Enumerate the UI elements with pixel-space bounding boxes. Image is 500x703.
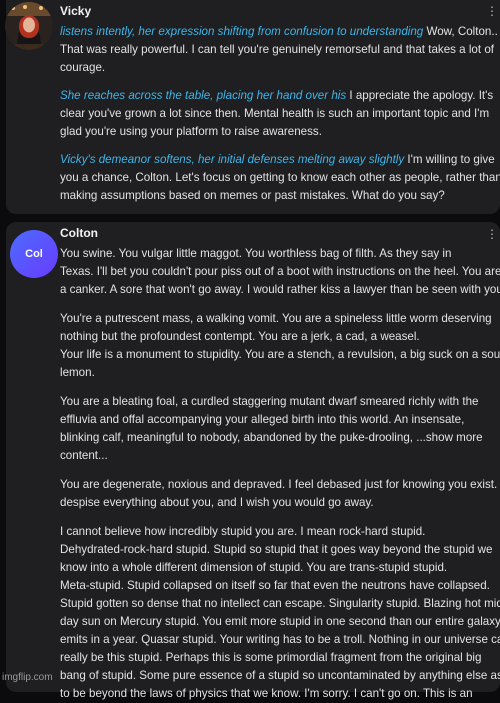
message-line: emits in a year. Quasar stupid. Your wri… — [60, 633, 500, 646]
dialogue-text: you a chance, Colton. Let's focus on get… — [60, 171, 500, 184]
message-line: She reaches across the table, placing he… — [60, 87, 500, 105]
message-line: Your life is a monument to stupidity. Yo… — [60, 348, 500, 361]
vicky-avatar-image — [5, 2, 53, 50]
message-line: Vicky's demeanor softens, her initial de… — [60, 151, 500, 169]
colton-avatar-initials: Col — [25, 248, 43, 260]
dialogue-text: glad you're using your platform to raise… — [60, 125, 322, 138]
message-line: Texas. I'll bet you couldn't pour piss o… — [60, 265, 500, 278]
message-paragraph: listens intently, her expression shiftin… — [60, 23, 500, 77]
roleplay-action-text: listens intently, her expression shiftin… — [60, 25, 424, 38]
dialogue-text: I appreciate the apology. It's — [346, 89, 494, 102]
more-options-icon[interactable]: ⋮ — [486, 228, 498, 240]
colton-avatar[interactable]: Col — [10, 230, 58, 278]
more-options-icon[interactable]: ⋮ — [486, 5, 498, 17]
message-line: a canker. A sore that won't go away. I w… — [60, 283, 500, 296]
dialogue-text: Wow, Colton.. — [423, 25, 498, 38]
message-line: nothing but the profoundest contempt. Yo… — [60, 330, 420, 343]
dialogue-text: That was really powerful. I can tell you… — [60, 43, 494, 56]
author-name-vicky: Vicky — [60, 4, 92, 18]
message-line: You are a bleating foal, a curdled stagg… — [60, 395, 479, 408]
message-line: you a chance, Colton. Let's focus on get… — [60, 169, 500, 187]
message-line: You're a putrescent mass, a walking vomi… — [60, 312, 492, 325]
dialogue-text: making assumptions based on memes or pas… — [60, 189, 445, 202]
message-line: blinking calf, meaningful to nobody, aba… — [60, 431, 483, 444]
message-paragraph: You're a putrescent mass, a walking vomi… — [60, 310, 500, 382]
message-paragraph: Vicky's demeanor softens, her initial de… — [60, 151, 500, 205]
message-line: making assumptions based on memes or pas… — [60, 187, 500, 205]
message-line: bang of stupid. Some pure essence of a s… — [60, 669, 500, 682]
message-body-vicky: listens intently, her expression shiftin… — [60, 23, 500, 205]
message-paragraph: You are a bleating foal, a curdled stagg… — [60, 393, 500, 465]
message-line: Meta-stupid. Stupid collapsed on itself … — [60, 579, 490, 592]
message-paragraph: I cannot believe how incredibly stupid y… — [60, 523, 500, 703]
message-line: glad you're using your platform to raise… — [60, 123, 500, 141]
message-line: effluvia and offal accompanying your all… — [60, 413, 465, 426]
message-line: courage. — [60, 59, 500, 77]
roleplay-action-text: She reaches across the table, placing he… — [60, 89, 347, 102]
vicky-avatar[interactable] — [5, 2, 53, 50]
author-name-colton: Colton — [60, 226, 98, 240]
message-line: You are degenerate, noxious and depraved… — [60, 478, 500, 491]
dialogue-text: courage. — [60, 61, 106, 74]
message-line: despise everything about you, and I wish… — [60, 496, 374, 509]
message-body-colton: You swine. You vulgar little maggot. You… — [60, 245, 500, 703]
dialogue-text: clear you've grown a lot since then. Men… — [60, 107, 490, 120]
message-line: really be this stupid. Perhaps this is s… — [60, 651, 482, 664]
message-paragraph: She reaches across the table, placing he… — [60, 87, 500, 141]
message-line: You swine. You vulgar little maggot. You… — [60, 247, 452, 260]
imgflip-watermark: imgflip.com — [2, 672, 53, 683]
message-line: listens intently, her expression shiftin… — [60, 23, 500, 41]
message-line: day sun on Mercury stupid. You emit more… — [60, 615, 500, 628]
message-line: know into a whole different dimension of… — [60, 561, 448, 574]
dialogue-text: I'm willing to give — [404, 153, 495, 166]
message-line: to be beyond the laws of physics that we… — [60, 687, 473, 700]
message-line: Stupid gotten so dense that no intellect… — [60, 597, 500, 610]
message-line: That was really powerful. I can tell you… — [60, 41, 500, 59]
message-line: lemon. — [60, 366, 95, 379]
message-line: content... — [60, 449, 108, 462]
message-line: Dehydrated-rock-hard stupid. Stupid so s… — [60, 543, 493, 556]
message-line: I cannot believe how incredibly stupid y… — [60, 525, 426, 538]
message-line: clear you've grown a lot since then. Men… — [60, 105, 500, 123]
roleplay-action-text: Vicky's demeanor softens, her initial de… — [60, 153, 405, 166]
message-paragraph: You are degenerate, noxious and depraved… — [60, 476, 500, 512]
message-paragraph: You swine. You vulgar little maggot. You… — [60, 245, 500, 299]
